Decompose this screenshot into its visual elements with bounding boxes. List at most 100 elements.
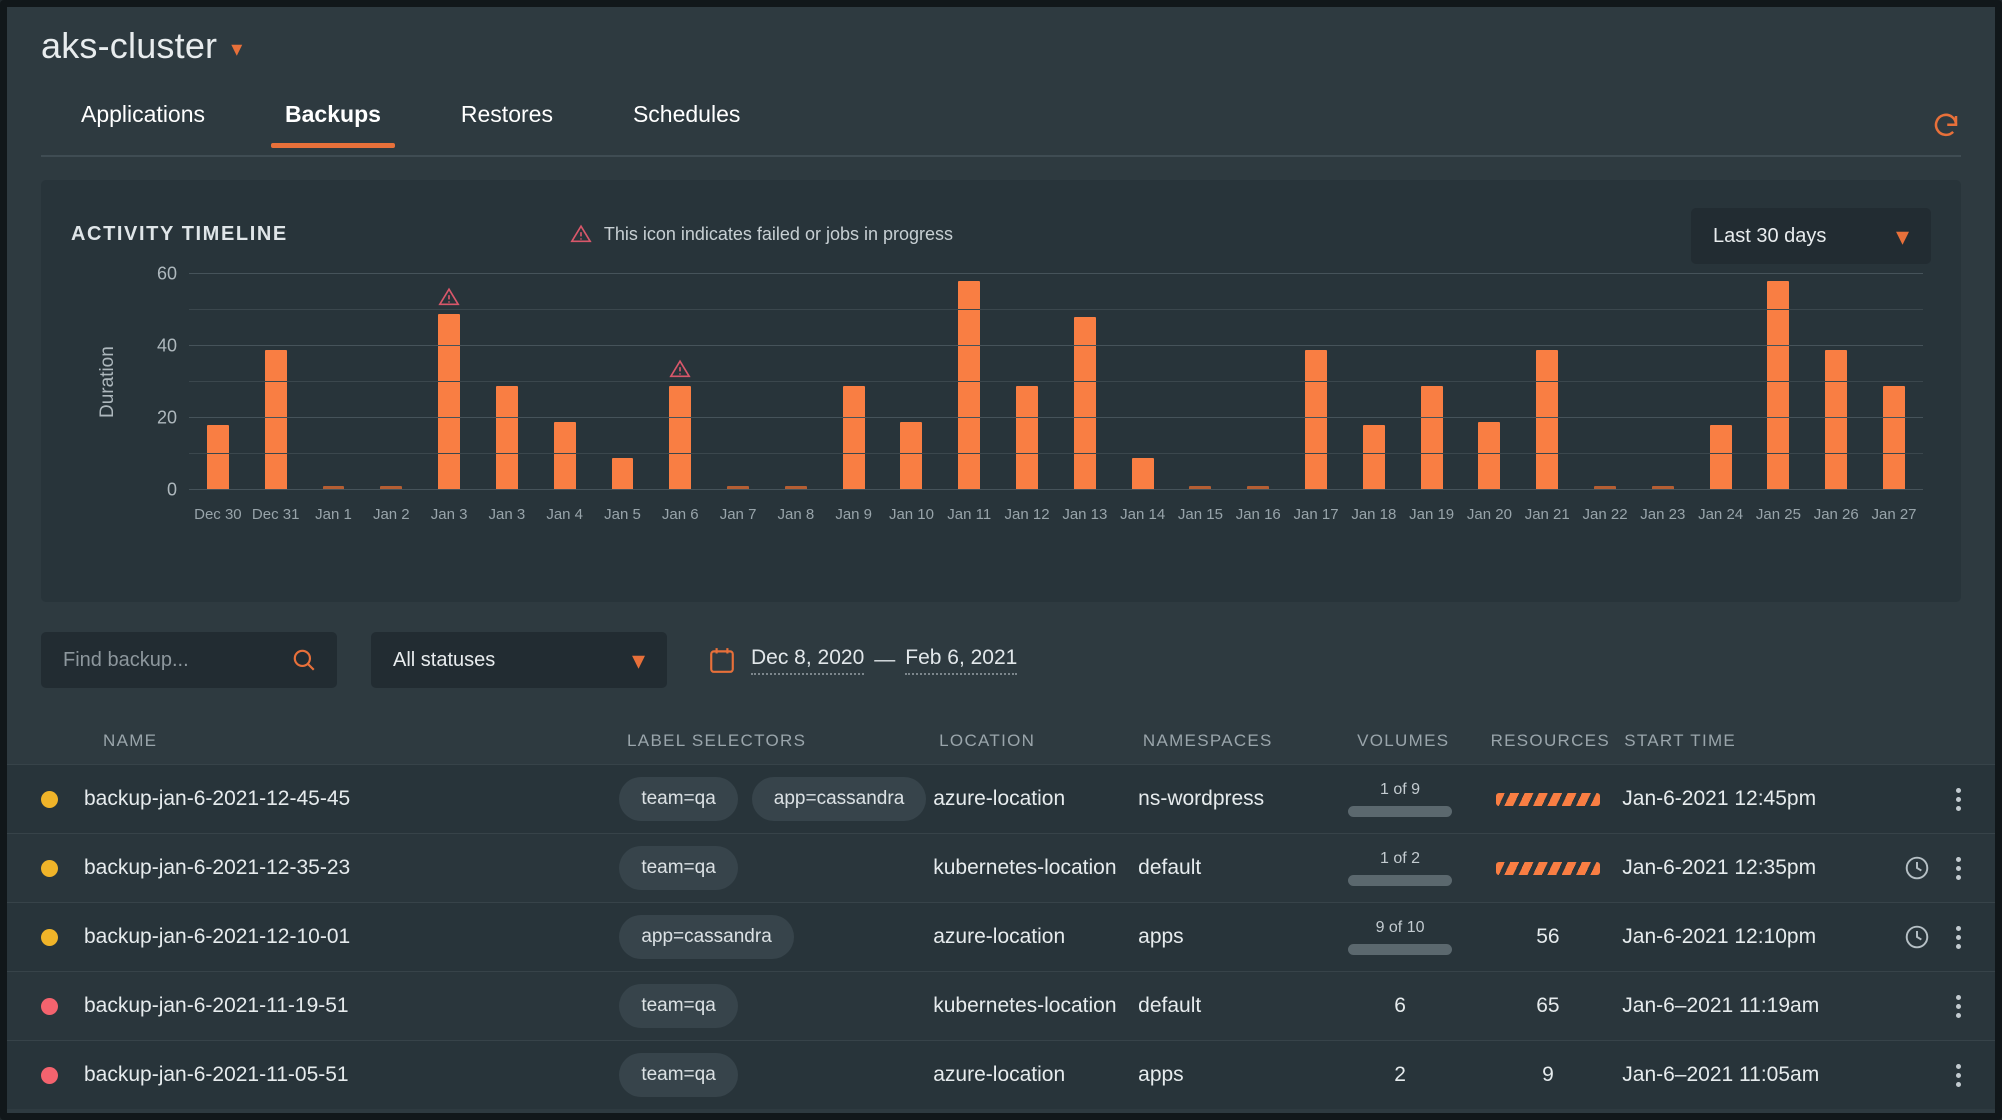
backup-name[interactable]: backup-jan-6-2021-12-45-45 <box>84 787 350 811</box>
refresh-icon[interactable] <box>1931 111 1961 141</box>
tab-backups[interactable]: Backups <box>245 101 421 146</box>
chart-bar[interactable] <box>1132 458 1154 490</box>
column-header-start-time[interactable]: START TIME <box>1624 731 1859 751</box>
column-header-name[interactable]: NAME <box>41 731 627 751</box>
backup-name[interactable]: backup-jan-6-2021-12-10-01 <box>84 925 350 949</box>
chart-bar[interactable] <box>438 314 460 490</box>
time-range-select[interactable]: Last 30 days ▾ <box>1691 208 1931 264</box>
label-selector-chip[interactable]: team=qa <box>619 777 737 821</box>
backup-name[interactable]: backup-jan-6-2021-11-05-51 <box>84 1063 349 1087</box>
date-to[interactable]: Feb 6, 2021 <box>905 646 1017 675</box>
chart-bar[interactable] <box>1883 386 1905 490</box>
bar-slot[interactable] <box>998 274 1056 490</box>
bar-slot[interactable] <box>1056 274 1114 490</box>
chart-bar[interactable] <box>1421 386 1443 490</box>
volumes-cell: 1 of 2 <box>1327 850 1474 886</box>
chart-bar[interactable] <box>1074 317 1096 490</box>
chart-bar[interactable] <box>1825 350 1847 490</box>
search-icon[interactable] <box>291 647 317 673</box>
bar-slot[interactable] <box>1865 274 1923 490</box>
bar-slot[interactable] <box>420 274 478 490</box>
column-header-resources[interactable]: RESOURCES <box>1476 731 1624 751</box>
bar-slot[interactable] <box>1461 274 1519 490</box>
bar-slot[interactable] <box>1807 274 1865 490</box>
cluster-selector[interactable]: aks-cluster ▾ <box>41 25 1961 67</box>
bar-slot[interactable] <box>1345 274 1403 490</box>
label-selector-chip[interactable]: app=cassandra <box>752 777 926 821</box>
label-selector-chip[interactable]: team=qa <box>619 984 737 1028</box>
bar-slot[interactable] <box>651 274 709 490</box>
label-selector-chip[interactable]: team=qa <box>619 1053 737 1097</box>
label-selector-chip[interactable]: app=cassandra <box>619 915 793 959</box>
tab-applications[interactable]: Applications <box>41 101 245 146</box>
warning-triangle-icon[interactable] <box>438 286 460 308</box>
chart-bar[interactable] <box>1536 350 1558 490</box>
chart-bar[interactable] <box>496 386 518 490</box>
kebab-menu-icon[interactable] <box>1956 926 1961 949</box>
bar-slot[interactable] <box>825 274 883 490</box>
chart-bar[interactable] <box>1363 425 1385 490</box>
bar-slot[interactable] <box>1518 274 1576 490</box>
table-row[interactable]: backup-jan-6-2021-11-19-51team=qakuberne… <box>7 971 1995 1040</box>
label-selector-chip[interactable]: team=qa <box>619 846 737 890</box>
bar-slot[interactable] <box>1229 274 1287 490</box>
bar-slot[interactable] <box>1287 274 1345 490</box>
chart-bar[interactable] <box>207 425 229 490</box>
bar-slot[interactable] <box>247 274 305 490</box>
tab-restores[interactable]: Restores <box>421 101 593 146</box>
chart-bar[interactable] <box>554 422 576 490</box>
column-header-namespaces[interactable]: NAMESPACES <box>1143 731 1330 751</box>
bar-slot[interactable] <box>1114 274 1172 490</box>
clock-icon[interactable] <box>1904 924 1930 950</box>
search-input[interactable]: Find backup... <box>41 632 337 688</box>
bar-slot[interactable] <box>1576 274 1634 490</box>
backup-name[interactable]: backup-jan-6-2021-12-35-23 <box>84 856 350 880</box>
chart-bar[interactable] <box>1767 281 1789 490</box>
backup-name[interactable]: backup-jan-6-2021-11-19-51 <box>84 994 349 1018</box>
calendar-icon[interactable] <box>709 646 735 674</box>
bar-slot[interactable] <box>940 274 998 490</box>
kebab-menu-icon[interactable] <box>1956 1064 1961 1087</box>
status-filter-select[interactable]: All statuses ▾ <box>371 632 667 688</box>
bar-slot[interactable] <box>1403 274 1461 490</box>
warning-triangle-icon[interactable] <box>669 358 691 380</box>
column-header-label-selectors[interactable]: LABEL SELECTORS <box>627 731 939 751</box>
bar-slot[interactable] <box>362 274 420 490</box>
column-header-volumes[interactable]: VOLUMES <box>1330 731 1476 751</box>
chevron-down-icon[interactable]: ▾ <box>231 38 242 60</box>
date-range-picker[interactable]: Dec 8, 2020 — Feb 6, 2021 <box>709 646 1017 675</box>
table-row[interactable]: backup-jan-6-2021-12-35-23team=qakuberne… <box>7 833 1995 902</box>
bar-slot[interactable] <box>478 274 536 490</box>
bar-slot[interactable] <box>883 274 941 490</box>
chart-bar[interactable] <box>1016 386 1038 490</box>
chart-bar[interactable] <box>900 422 922 490</box>
chart-bar[interactable] <box>1478 422 1500 490</box>
kebab-menu-icon[interactable] <box>1956 788 1961 811</box>
bar-slot[interactable] <box>305 274 363 490</box>
bar-slot[interactable] <box>189 274 247 490</box>
bar-slot[interactable] <box>1634 274 1692 490</box>
bar-slot[interactable] <box>767 274 825 490</box>
chart-bar[interactable] <box>612 458 634 490</box>
kebab-menu-icon[interactable] <box>1956 857 1961 880</box>
chart-bar[interactable] <box>843 386 865 490</box>
bar-slot[interactable] <box>1692 274 1750 490</box>
chart-bar[interactable] <box>669 386 691 490</box>
chart-bar[interactable] <box>1305 350 1327 490</box>
column-header-location[interactable]: LOCATION <box>939 731 1143 751</box>
table-row[interactable]: backup-jan-6-2021-12-45-45 team=qa app=cas… <box>7 764 1995 833</box>
bar-slot[interactable] <box>1750 274 1808 490</box>
chart-bar[interactable] <box>958 281 980 490</box>
chart-bar[interactable] <box>265 350 287 490</box>
bar-slot[interactable] <box>536 274 594 490</box>
bar-slot[interactable] <box>709 274 767 490</box>
chart-bar[interactable] <box>1710 425 1732 490</box>
date-from[interactable]: Dec 8, 2020 <box>751 646 864 675</box>
tab-schedules[interactable]: Schedules <box>593 101 780 146</box>
clock-icon[interactable] <box>1904 855 1930 881</box>
kebab-menu-icon[interactable] <box>1956 995 1961 1018</box>
table-row[interactable]: backup-jan-6-2021-12-10-01app=cassandraa… <box>7 902 1995 971</box>
bar-slot[interactable] <box>594 274 652 490</box>
bar-slot[interactable] <box>1172 274 1230 490</box>
table-row[interactable]: backup-jan-6-2021-11-05-51team=qaazure-l… <box>7 1040 1995 1109</box>
